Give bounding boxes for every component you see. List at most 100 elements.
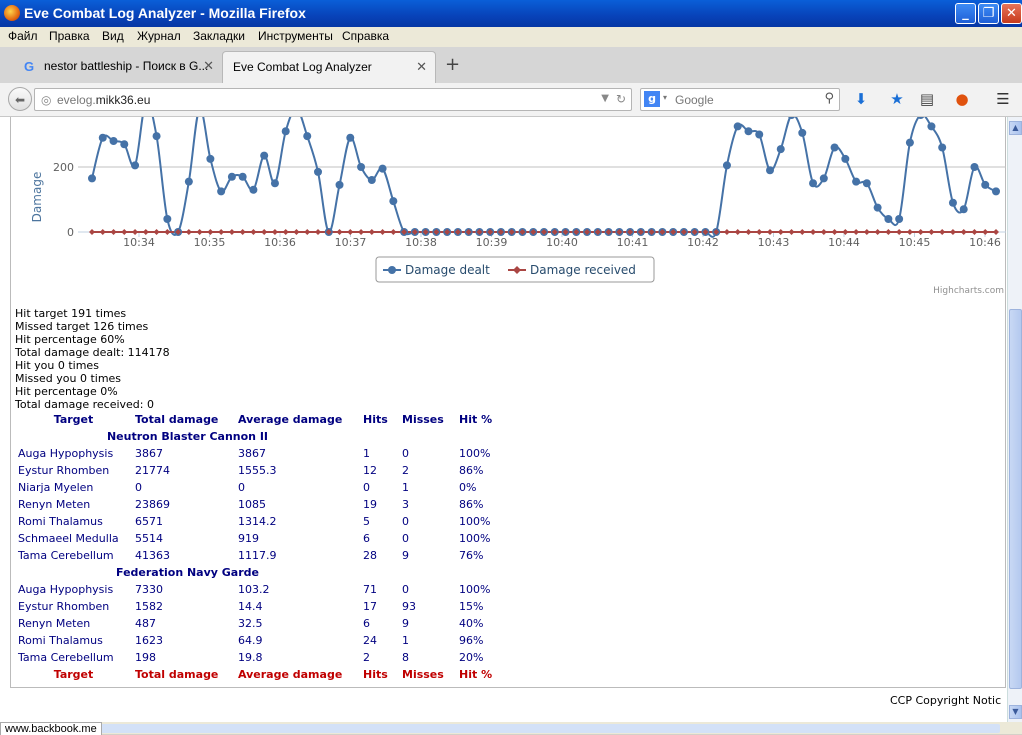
damage-received-point[interactable] <box>993 229 999 235</box>
scroll-down-arrow-icon[interactable]: ▼ <box>1009 705 1022 719</box>
damage-received-point[interactable] <box>939 229 946 235</box>
damage-received-point[interactable] <box>949 229 956 235</box>
damage-dealt-point[interactable] <box>970 163 979 171</box>
damage-dealt-point[interactable] <box>98 133 107 142</box>
damage-dealt-point[interactable] <box>109 137 118 145</box>
damage-received-point[interactable] <box>745 229 752 235</box>
highcharts-credits[interactable]: Highcharts.com <box>933 286 1004 296</box>
damage-received-point[interactable] <box>723 229 730 235</box>
damage-received-point[interactable] <box>928 229 935 235</box>
search-magnifier-icon[interactable]: ⚲ <box>824 91 834 106</box>
damage-received-point[interactable] <box>315 229 321 235</box>
damage-dealt-point[interactable] <box>938 143 947 152</box>
damage-received-point[interactable] <box>99 229 106 235</box>
damage-received-point[interactable] <box>89 229 95 235</box>
damage-dealt-point[interactable] <box>120 140 129 149</box>
damage-received-point[interactable] <box>777 229 784 235</box>
back-button[interactable]: ⬅ <box>8 87 32 111</box>
damage-dealt-point[interactable] <box>852 177 861 186</box>
damage-received-point[interactable] <box>842 229 849 235</box>
damage-dealt-point[interactable] <box>809 179 818 188</box>
menu-tools[interactable]: Инструменты <box>258 29 333 43</box>
search-engine-caret-icon[interactable]: ▾ <box>663 93 667 102</box>
close-tab-icon[interactable]: ✕ <box>203 58 214 74</box>
damage-dealt-point[interactable] <box>217 187 226 196</box>
minimize-button[interactable]: _ <box>955 3 976 24</box>
damage-received-point[interactable] <box>207 229 214 235</box>
menu-help[interactable]: Справка <box>342 29 389 43</box>
restore-button[interactable]: ❐ <box>978 3 999 24</box>
damage-dealt-point[interactable] <box>798 128 807 137</box>
damage-dealt-point[interactable] <box>88 174 96 183</box>
damage-dealt-point[interactable] <box>884 215 893 223</box>
damage-dealt-point[interactable] <box>927 122 936 131</box>
damage-received-point[interactable] <box>239 229 246 235</box>
damage-dealt-point[interactable] <box>281 127 290 136</box>
damage-received-point[interactable] <box>863 229 870 235</box>
damage-received-point[interactable] <box>196 229 203 235</box>
reload-icon[interactable]: ↻ <box>616 92 626 106</box>
damage-received-point[interactable] <box>906 229 913 235</box>
damage-dealt-point[interactable] <box>992 187 1000 196</box>
bookmarks-list-icon[interactable]: ▤ <box>917 89 937 109</box>
damage-dealt-point[interactable] <box>733 122 742 131</box>
damage-dealt-point[interactable] <box>766 166 774 175</box>
damage-received-point[interactable] <box>820 229 827 235</box>
menu-file[interactable]: Файл <box>8 29 38 43</box>
damage-dealt-point[interactable] <box>744 127 753 136</box>
damage-received-point[interactable] <box>282 229 289 235</box>
damage-dealt-point[interactable] <box>367 176 376 184</box>
damage-received-point[interactable] <box>293 229 300 235</box>
damage-received-point[interactable] <box>185 229 192 235</box>
damage-received-point[interactable] <box>347 229 354 235</box>
damage-received-point[interactable] <box>164 229 171 235</box>
damage-dealt-point[interactable] <box>131 161 140 170</box>
damage-dealt-point[interactable] <box>895 215 904 223</box>
damage-received-point[interactable] <box>358 229 365 235</box>
damage-received-point[interactable] <box>336 229 343 235</box>
damage-dealt-point[interactable] <box>905 138 914 147</box>
scroll-thumb[interactable] <box>1009 309 1022 689</box>
damage-received-point[interactable] <box>121 229 128 235</box>
vertical-scrollbar[interactable]: ▲ ▼ <box>1007 117 1022 722</box>
search-bar[interactable]: g ▾ Google ⚲ <box>640 88 840 111</box>
damage-dealt-point[interactable] <box>981 180 990 189</box>
damage-dealt-point[interactable] <box>227 172 236 181</box>
damage-received-point[interactable] <box>368 229 375 235</box>
damage-dealt-point[interactable] <box>722 161 731 170</box>
hamburger-menu-icon[interactable]: ☰ <box>993 89 1013 109</box>
damage-dealt-point[interactable] <box>830 143 839 152</box>
damage-received-point[interactable] <box>767 229 773 235</box>
damage-received-point[interactable] <box>788 229 795 235</box>
damage-received-point[interactable] <box>885 229 892 235</box>
damage-received-point[interactable] <box>960 229 967 235</box>
menu-view[interactable]: Вид <box>102 29 124 43</box>
damage-received-point[interactable] <box>142 229 149 235</box>
damage-received-point[interactable] <box>896 229 903 235</box>
damage-received-point[interactable] <box>917 229 924 235</box>
download-icon[interactable]: ⬇ <box>851 89 871 109</box>
damage-received-point[interactable] <box>982 229 989 235</box>
damage-dealt-point[interactable] <box>862 179 871 188</box>
new-tab-icon[interactable]: + <box>445 54 460 75</box>
menu-bookmarks[interactable]: Закладки <box>193 29 245 43</box>
damage-dealt-point[interactable] <box>314 167 322 176</box>
damage-received-point[interactable] <box>756 229 763 235</box>
scroll-up-arrow-icon[interactable]: ▲ <box>1009 121 1022 135</box>
damage-dealt-point[interactable] <box>152 132 161 141</box>
damage-dealt-point[interactable] <box>959 205 968 214</box>
url-bar[interactable]: ◎ evelog.mikk36.eu ▼ ↻ <box>34 88 632 111</box>
damage-dealt-point[interactable] <box>270 179 279 188</box>
damage-dealt-point[interactable] <box>378 164 387 173</box>
damage-received-point[interactable] <box>250 229 257 235</box>
close-window-button[interactable]: ✕ <box>1001 3 1022 24</box>
damage-dealt-point[interactable] <box>948 198 957 207</box>
damage-received-point[interactable] <box>874 229 881 235</box>
damage-received-point[interactable] <box>390 229 397 235</box>
legend-dealt-label[interactable]: Damage dealt <box>405 263 490 277</box>
damage-received-point[interactable] <box>271 229 278 235</box>
damage-dealt-point[interactable] <box>755 130 764 139</box>
damage-received-point[interactable] <box>799 229 806 235</box>
addon-fire-icon[interactable]: ● <box>952 89 972 109</box>
horizontal-scrollbar[interactable] <box>90 724 1000 733</box>
